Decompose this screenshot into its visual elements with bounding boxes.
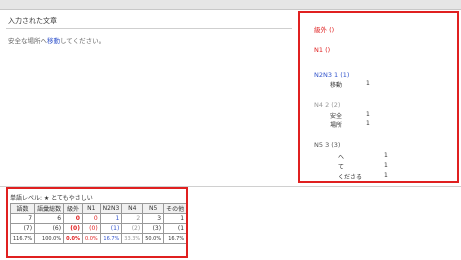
col-header: N1 (81, 203, 101, 214)
word-count: 1 (384, 162, 388, 169)
table-cell: (7) (9, 223, 36, 234)
table-row: 116.7% 100.0% 0.0% 0.0% 16.7% 33.3% 50.0… (9, 233, 186, 244)
word-count: 1 (384, 172, 388, 179)
input-text-after: してください。 (60, 37, 106, 45)
table-cell: (2) (121, 223, 144, 234)
table-cell: 33.3% (121, 233, 144, 244)
table-row: 7 6 0 0 1 2 3 1 (9, 213, 186, 224)
table-cell: 50.0% (142, 233, 165, 244)
word-count: 1 (384, 152, 388, 159)
table-cell: (1 (163, 223, 186, 234)
level-breakdown-panel: 級外 () N1 () N2N3 1 (1) 移動 1 N4 2 (2) 安全 … (298, 11, 459, 183)
input-panel-title: 入力された文章 (6, 13, 292, 29)
table-cell: 0 (81, 213, 101, 224)
table-cell: (3) (142, 223, 165, 234)
input-sentence: 安全な場所へ移動してください。 (8, 35, 294, 45)
table-cell: 0.0% (81, 233, 101, 244)
table-cell: 3 (142, 213, 165, 224)
word-item: へ (338, 154, 345, 161)
input-text-before: 安全な場所へ (8, 37, 47, 45)
table-cell: 0 (63, 213, 83, 224)
top-toolbar (0, 0, 461, 10)
word-item: て (338, 164, 345, 171)
table-cell: 6 (34, 213, 65, 224)
word-count: 1 (366, 80, 370, 87)
level-n1-heading[interactable]: N1 () (314, 46, 330, 54)
table-header-row: 語数 語彙総数 級外 N1 N2N3 N4 N5 その他 (9, 203, 186, 214)
col-header: 級外 (63, 203, 83, 214)
table-cell: 2 (121, 213, 144, 224)
word-count: 1 (366, 120, 370, 127)
col-header: その他 (163, 203, 186, 214)
table-cell: 16.7% (99, 233, 123, 244)
col-header: N4 (121, 203, 144, 214)
level-n5-heading[interactable]: N5 3 (3) (314, 141, 340, 149)
table-row: (7) (6) (0) (0) (1) (2) (3) (1 (9, 223, 186, 234)
word-item: 移動 (330, 82, 343, 89)
table-cell: 100.0% (34, 233, 65, 244)
word-item: 安全 (330, 113, 343, 120)
word-level-title: 単語レベル: ★ とてもやさしい (10, 195, 93, 202)
col-header: N2N3 (99, 203, 123, 214)
table-cell: (0) (63, 223, 83, 234)
table-cell: 1 (99, 213, 123, 224)
stats-table: 語数 語彙総数 級外 N1 N2N3 N4 N5 その他 7 6 0 0 1 2… (9, 203, 186, 244)
table-cell: (1) (99, 223, 123, 234)
table-cell: 116.7% (9, 233, 36, 244)
word-item: 場所 (330, 122, 343, 129)
table-cell: 16.7% (163, 233, 186, 244)
input-word-link[interactable]: 移動 (47, 37, 60, 45)
table-cell: 0.0% (63, 233, 83, 244)
table-cell: 1 (163, 213, 186, 224)
input-panel: 入力された文章 安全な場所へ移動してください。 (6, 13, 294, 183)
table-cell: (0) (81, 223, 101, 234)
level-n4-heading[interactable]: N4 2 (2) (314, 101, 340, 109)
level-out-heading[interactable]: 級外 () (314, 24, 334, 34)
word-item: くださる (338, 174, 363, 181)
table-cell: (6) (34, 223, 65, 234)
word-count: 1 (366, 111, 370, 118)
word-level-stats: 単語レベル: ★ とてもやさしい 語数 語彙総数 級外 N1 N2N3 N4 N… (6, 187, 188, 258)
level-n2n3-heading[interactable]: N2N3 1 (1) (314, 71, 349, 79)
col-header: 語彙総数 (34, 203, 65, 214)
table-cell: 7 (9, 213, 36, 224)
col-header: 語数 (9, 203, 36, 214)
col-header: N5 (142, 203, 165, 214)
